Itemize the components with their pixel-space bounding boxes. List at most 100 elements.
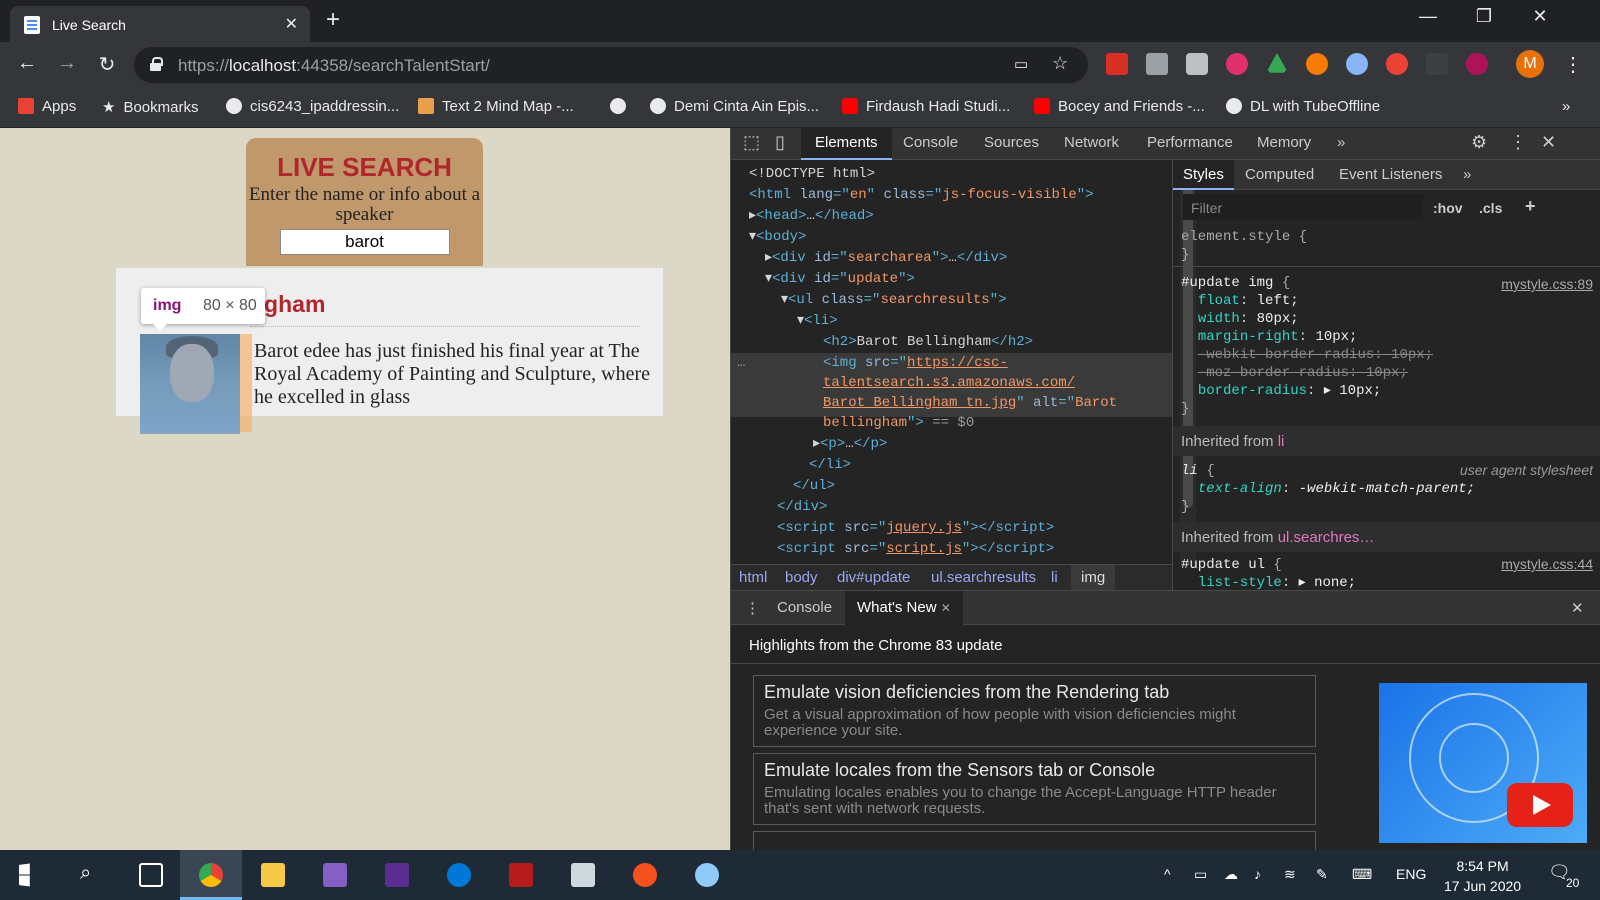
- bookmark-item[interactable]: Text 2 Mind Map -...: [418, 98, 574, 115]
- instagram-extension-icon[interactable]: [1226, 53, 1248, 75]
- css-rule[interactable]: #update img { float: left; width: 80px; …: [1181, 274, 1433, 418]
- feature-card[interactable]: Emulate locales from the Sensors tab or …: [753, 753, 1316, 825]
- blue-ring-extension-icon[interactable]: [1346, 53, 1368, 75]
- bookmark-item[interactable]: DL with TubeOffline: [1226, 98, 1380, 115]
- bookmark-star-icon[interactable]: ☆: [1052, 53, 1068, 74]
- profile-avatar[interactable]: M: [1516, 50, 1544, 78]
- pen-extension-icon[interactable]: [1426, 53, 1448, 75]
- tab-console[interactable]: Console: [903, 134, 958, 151]
- minimize-button[interactable]: —: [1408, 6, 1448, 27]
- dom-line[interactable]: </ul>: [793, 476, 835, 497]
- cast-icon[interactable]: ▭: [1014, 55, 1028, 73]
- dom-line[interactable]: ▸<head>…</head>: [749, 206, 874, 227]
- play-video-icon[interactable]: [1507, 783, 1573, 827]
- tab-computed[interactable]: Computed: [1245, 166, 1314, 183]
- video-thumbnail[interactable]: [1379, 683, 1587, 843]
- search-button[interactable]: ⌕: [60, 850, 122, 900]
- pen-icon[interactable]: ✎: [1316, 866, 1328, 883]
- back-button[interactable]: ←: [14, 52, 40, 75]
- taskbar-app[interactable]: [552, 850, 614, 900]
- dom-line[interactable]: <script src="jquery.js"></script>: [777, 518, 1054, 539]
- dom-line[interactable]: ▾<li>: [797, 311, 838, 332]
- taskbar-paint[interactable]: [676, 850, 738, 900]
- tab-network[interactable]: Network: [1064, 134, 1119, 151]
- dom-line[interactable]: Barot_Bellingham_tn.jpg" alt="Barot: [823, 393, 1117, 414]
- volume-icon[interactable]: ♪: [1254, 866, 1261, 882]
- dom-line[interactable]: <html lang="en" class="js-focus-visible"…: [749, 185, 1094, 206]
- dom-line[interactable]: talentsearch.s3.amazonaws.com/: [823, 373, 1075, 394]
- pocket-extension-icon[interactable]: [1106, 53, 1128, 75]
- task-view-button[interactable]: [120, 850, 182, 900]
- language-indicator[interactable]: ENG: [1396, 866, 1426, 882]
- new-rule-icon[interactable]: +: [1525, 196, 1536, 217]
- new-tab-button[interactable]: +: [326, 6, 340, 34]
- crumb-body[interactable]: body: [785, 569, 818, 586]
- dom-line[interactable]: ▸<p>…</p>: [813, 434, 887, 455]
- keyboard-icon[interactable]: ⌨: [1352, 866, 1372, 883]
- download-extension-icon[interactable]: [1146, 53, 1168, 75]
- crumb-ul[interactable]: ul.searchresults: [931, 569, 1036, 586]
- css-rule[interactable]: element.style {}: [1181, 228, 1307, 264]
- crumb-li[interactable]: li: [1051, 569, 1058, 586]
- device-toolbar-icon[interactable]: ▯: [775, 132, 785, 153]
- crumb-img[interactable]: img: [1071, 565, 1116, 591]
- taskbar-app[interactable]: [614, 850, 676, 900]
- lock-icon[interactable]: [150, 57, 163, 71]
- orange-extension-icon[interactable]: [1306, 53, 1328, 75]
- forward-button[interactable]: →: [54, 52, 80, 75]
- dom-line[interactable]: <!DOCTYPE html>: [749, 164, 875, 185]
- tab-elements[interactable]: Elements: [801, 128, 892, 160]
- bookmark-apps[interactable]: Apps: [18, 98, 76, 115]
- dom-line[interactable]: ▾<div id="update">: [765, 269, 915, 290]
- bookmark-item[interactable]: Demi Cinta Ain Epis...: [650, 98, 819, 115]
- dom-line[interactable]: </div>: [777, 497, 827, 518]
- more-bookmarks-icon[interactable]: »: [1562, 98, 1570, 115]
- taskbar-media-player[interactable]: [490, 850, 552, 900]
- reload-button[interactable]: ↻: [94, 52, 120, 77]
- crumb-div-update[interactable]: div#update: [837, 569, 910, 586]
- hover-state-toggle[interactable]: :hov: [1433, 200, 1463, 216]
- stylesheet-link[interactable]: mystyle.css:89: [1501, 276, 1593, 292]
- dom-line[interactable]: <script src="script.js"></script>: [777, 539, 1054, 560]
- bookmark-item[interactable]: cis6243_ipaddressin...: [226, 98, 399, 115]
- tab-sources[interactable]: Sources: [984, 134, 1039, 151]
- taskbar-visual-studio[interactable]: [366, 850, 428, 900]
- start-button[interactable]: [0, 850, 62, 900]
- dom-line[interactable]: ▸<div id="searcharea">…</div>: [765, 248, 1007, 269]
- clock[interactable]: 8:54 PM 17 Jun 2020: [1444, 856, 1521, 896]
- close-tab-icon[interactable]: ✕: [941, 601, 951, 615]
- red-swirl-extension-icon[interactable]: [1386, 53, 1408, 75]
- tab-memory[interactable]: Memory: [1257, 134, 1311, 151]
- taskbar-file-explorer[interactable]: [242, 850, 304, 900]
- feature-card[interactable]: [753, 831, 1316, 851]
- tab-styles[interactable]: Styles: [1173, 160, 1234, 190]
- tab-performance[interactable]: Performance: [1147, 134, 1233, 151]
- dom-line[interactable]: bellingham"> == $0: [823, 413, 974, 434]
- address-bar[interactable]: https://localhost:44358/searchTalentStar…: [134, 47, 1088, 83]
- stylesheet-link[interactable]: mystyle.css:44: [1501, 556, 1593, 572]
- close-window-button[interactable]: ✕: [1520, 6, 1560, 27]
- more-tabs-icon[interactable]: »: [1337, 134, 1345, 151]
- drive-extension-icon[interactable]: [1266, 53, 1288, 73]
- bookmark-globe[interactable]: [610, 98, 634, 115]
- dom-line[interactable]: <img src="https://csc-: [823, 353, 1008, 374]
- dom-line[interactable]: ▾<body>: [749, 227, 806, 248]
- chevron-up-icon[interactable]: ^: [1164, 866, 1171, 882]
- crumb-html[interactable]: html: [739, 569, 767, 586]
- drawer-tab-whats-new[interactable]: What's New ✕: [845, 591, 963, 625]
- drawer-menu-icon[interactable]: ⋮: [745, 599, 760, 617]
- pink-extension-icon[interactable]: [1466, 53, 1488, 75]
- cloud-icon[interactable]: ☁: [1224, 866, 1238, 883]
- drawer-tab-console[interactable]: Console: [777, 599, 832, 616]
- customize-kebab-icon[interactable]: ⋮: [1509, 132, 1527, 153]
- taskbar-chrome[interactable]: [180, 850, 242, 900]
- url-text[interactable]: https://localhost:44358/searchTalentStar…: [178, 56, 490, 76]
- close-tab-icon[interactable]: ✕: [285, 14, 298, 34]
- dom-line[interactable]: <h2>Barot Bellingham</h2>: [823, 332, 1033, 353]
- dom-line[interactable]: </li>: [809, 455, 851, 476]
- more-panes-icon[interactable]: »: [1463, 166, 1471, 183]
- close-drawer-icon[interactable]: ✕: [1571, 599, 1584, 617]
- restore-button[interactable]: ❐: [1464, 6, 1504, 27]
- css-rule[interactable]: #update ul { list-style: ▸ none;: [1181, 556, 1356, 590]
- tab-event-listeners[interactable]: Event Listeners: [1339, 166, 1442, 183]
